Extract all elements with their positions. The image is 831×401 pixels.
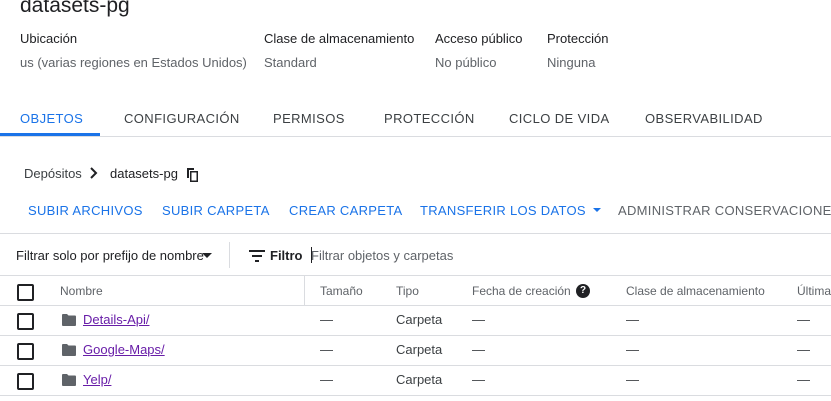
- cell-storage-class: —: [626, 342, 639, 357]
- row-divider: [0, 395, 831, 396]
- column-header-created[interactable]: Fecha de creación: [472, 284, 571, 298]
- folder-icon: [62, 344, 76, 356]
- cell-size: —: [320, 312, 333, 327]
- info-label-location: Ubicación: [20, 31, 78, 46]
- table-top-divider: [0, 275, 831, 276]
- folder-link[interactable]: Details-Api/: [83, 312, 149, 327]
- create-folder-button[interactable]: CREAR CARPETA: [289, 203, 402, 218]
- info-label-storage-class: Clase de almacenamiento: [264, 31, 415, 46]
- breadcrumb-root[interactable]: Depósitos: [24, 166, 82, 181]
- manage-holds-button[interactable]: ADMINISTRAR CONSERVACIONES: [618, 203, 831, 218]
- tab-configuration[interactable]: CONFIGURACIÓN: [124, 111, 240, 126]
- cell-last-modified: —: [797, 312, 810, 327]
- filter-icon: [249, 250, 265, 262]
- tab-protection[interactable]: PROTECCIÓN: [384, 111, 475, 126]
- row-divider: [0, 365, 831, 366]
- info-value-public-access: No público: [435, 55, 497, 70]
- caret-down-icon[interactable]: [202, 253, 212, 258]
- filter-label: Filtro: [270, 248, 303, 263]
- transfer-data-label: TRANSFERIR LOS DATOS: [420, 203, 586, 218]
- column-header-storage-class[interactable]: Clase de almacenamiento: [626, 284, 765, 298]
- cell-created: —: [472, 312, 485, 327]
- filter-separator: [229, 242, 230, 268]
- info-value-protection: Ninguna: [547, 55, 596, 70]
- folder-icon: [62, 374, 76, 386]
- column-separator: [304, 276, 305, 305]
- column-header-last-modified[interactable]: Última: [797, 284, 831, 298]
- folder-link[interactable]: Google-Maps/: [83, 342, 165, 357]
- chevron-right-icon: [90, 167, 98, 179]
- tabs-divider: [0, 136, 831, 137]
- bucket-title: datasets-pg: [20, 0, 130, 17]
- info-label-public-access: Acceso público: [435, 31, 523, 46]
- cell-last-modified: —: [797, 372, 810, 387]
- folder-icon: [62, 314, 76, 326]
- row-divider: [0, 305, 831, 306]
- caret-down-icon: [592, 208, 601, 212]
- column-header-type[interactable]: Tipo: [396, 284, 419, 298]
- cell-last-modified: —: [797, 342, 810, 357]
- row-checkbox[interactable]: [17, 343, 34, 360]
- folder-link[interactable]: Yelp/: [83, 372, 111, 387]
- info-value-storage-class: Standard: [264, 55, 317, 70]
- row-checkbox[interactable]: [17, 373, 34, 390]
- filter-input[interactable]: [311, 245, 611, 265]
- cell-storage-class: —: [626, 312, 639, 327]
- column-header-size[interactable]: Tamaño: [320, 284, 363, 298]
- info-label-protection: Protección: [547, 31, 609, 46]
- cell-size: —: [320, 372, 333, 387]
- text-cursor: [311, 247, 312, 263]
- cell-size: —: [320, 342, 333, 357]
- prefix-filter-dropdown[interactable]: Filtrar solo por prefijo de nombre: [16, 248, 204, 263]
- select-all-checkbox[interactable]: [17, 284, 34, 301]
- cell-type: Carpeta: [396, 342, 443, 357]
- upload-files-button[interactable]: SUBIR ARCHIVOS: [28, 203, 143, 218]
- copy-icon[interactable]: [185, 167, 199, 183]
- cell-storage-class: —: [626, 372, 639, 387]
- breadcrumb-current: datasets-pg: [110, 166, 178, 181]
- info-value-location: us (varias regiones en Estados Unidos): [20, 55, 247, 70]
- help-icon[interactable]: ?: [576, 284, 590, 298]
- cell-type: Carpeta: [396, 312, 443, 327]
- cell-created: —: [472, 372, 485, 387]
- filter-top-divider: [0, 233, 831, 234]
- cell-created: —: [472, 342, 485, 357]
- row-checkbox[interactable]: [17, 313, 34, 330]
- tab-observability[interactable]: OBSERVABILIDAD: [645, 111, 763, 126]
- tab-permissions[interactable]: PERMISOS: [273, 111, 345, 126]
- tab-objects[interactable]: OBJETOS: [20, 111, 83, 126]
- transfer-data-button[interactable]: TRANSFERIR LOS DATOS: [420, 203, 601, 218]
- tab-lifecycle[interactable]: CICLO DE VIDA: [509, 111, 610, 126]
- row-divider: [0, 335, 831, 336]
- column-header-name[interactable]: Nombre: [60, 284, 103, 298]
- cell-type: Carpeta: [396, 372, 443, 387]
- upload-folder-button[interactable]: SUBIR CARPETA: [162, 203, 270, 218]
